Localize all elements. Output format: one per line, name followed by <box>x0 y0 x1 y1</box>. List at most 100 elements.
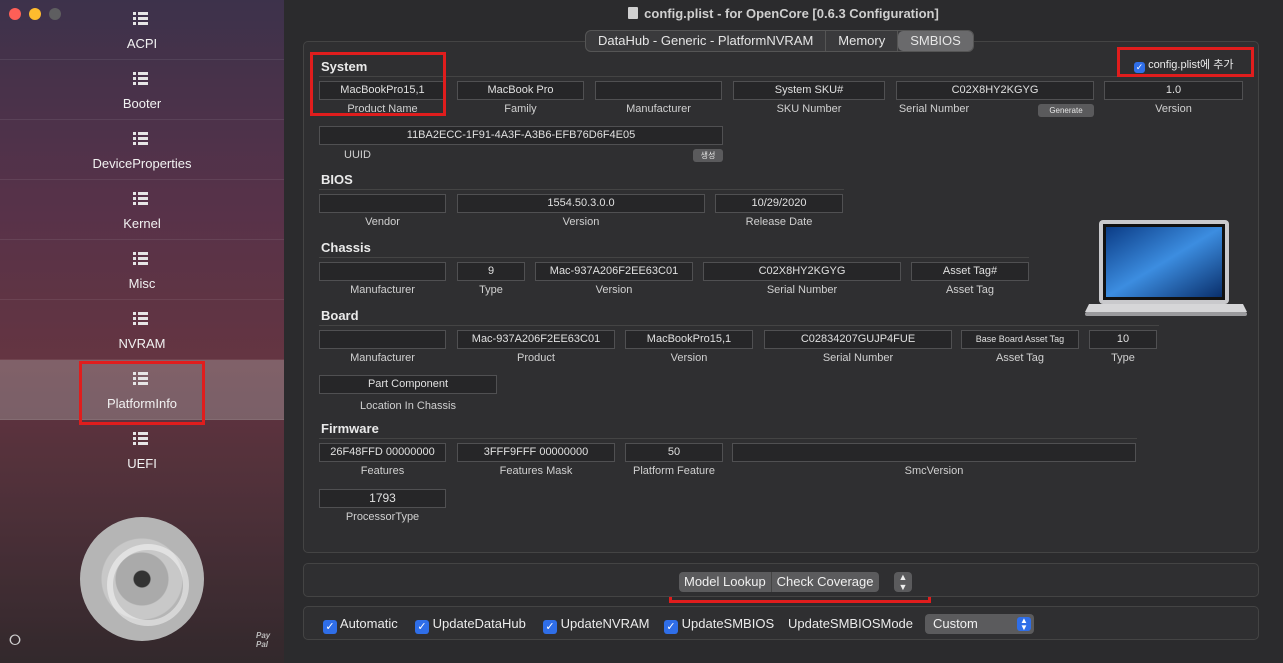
chassis-version-field[interactable]: Mac-937A206F2EE63C01 <box>535 262 693 281</box>
generate-button[interactable]: Generate <box>1038 104 1094 117</box>
board-manufacturer-label: Manufacturer <box>350 352 415 364</box>
stepper-icon[interactable]: ▲ ▼ <box>894 572 912 592</box>
smbios-panel: System MacBookPro15,1 Product Name MacBo… <box>303 41 1259 553</box>
list-icon <box>133 312 148 326</box>
sidebar-item-nvram[interactable]: NVRAM <box>0 300 284 360</box>
model-lookup-button[interactable]: Model Lookup <box>679 572 771 592</box>
tab-bar: DataHub - Generic - PlatformNVRAM Memory… <box>585 30 974 52</box>
sidebar-item-label: Misc <box>128 276 156 291</box>
chassis-type-field[interactable]: 9 <box>457 262 525 281</box>
bios-release-date-field[interactable]: 10/29/2020 <box>715 194 843 213</box>
tab-smbios[interactable]: SMBIOS <box>898 31 973 51</box>
section-title-chassis: Chassis <box>321 240 371 255</box>
select-value: Custom <box>933 616 978 631</box>
version-field[interactable]: 1.0 <box>1104 81 1243 100</box>
firmware-features-mask-field[interactable]: 3FFF9FFF 00000000 <box>457 443 615 462</box>
board-product-label: Product <box>517 352 555 364</box>
chassis-serial-label: Serial Number <box>766 284 838 296</box>
board-product-field[interactable]: Mac-937A206F2EE63C01 <box>457 330 615 349</box>
update-smbios-checkbox[interactable]: ✓ UpdateSMBIOS <box>664 616 774 634</box>
zoom-window-button[interactable] <box>49 8 61 20</box>
sidebar-item-label: Kernel <box>123 216 161 231</box>
uuid-generate-button[interactable]: 생성 <box>693 149 723 162</box>
chassis-asset-tag-field[interactable]: Asset Tag# <box>911 262 1029 281</box>
section-divider <box>319 438 1137 439</box>
list-icon <box>133 432 148 446</box>
board-manufacturer-field[interactable] <box>319 330 446 349</box>
board-version-field[interactable]: MacBookPro15,1 <box>625 330 753 349</box>
firmware-features-field[interactable]: 26F48FFD 00000000 <box>319 443 446 462</box>
board-type-field[interactable]: 10 <box>1089 330 1157 349</box>
section-divider <box>319 189 844 190</box>
window-title: config.plist - for OpenCore [0.6.3 Confi… <box>644 6 939 21</box>
processor-type-label: ProcessorType <box>345 511 420 523</box>
update-smbios-mode-select[interactable]: Custom ▲ ▼ <box>925 614 1034 634</box>
checkbox-checked-icon: ✓ <box>415 620 429 634</box>
add-config-checkbox[interactable]: ✓ config.plist에 추가 <box>1134 56 1233 73</box>
main-area: config.plist - for OpenCore [0.6.3 Confi… <box>284 0 1283 663</box>
checkbox-checked-icon: ✓ <box>323 620 337 634</box>
sidebar-item-label: Booter <box>122 96 162 111</box>
check-coverage-button[interactable]: Check Coverage <box>770 572 879 592</box>
board-serial-field[interactable]: C02834207GUJP4FUE <box>764 330 952 349</box>
update-datahub-checkbox[interactable]: ✓ UpdateDataHub <box>415 616 526 634</box>
chassis-manufacturer-label: Manufacturer <box>350 284 415 296</box>
list-icon <box>133 252 148 266</box>
board-asset-tag-field[interactable]: Base Board Asset Tag <box>961 330 1079 349</box>
laptop-image <box>1085 220 1247 316</box>
bios-version-field[interactable]: 1554.50.3.0.0 <box>457 194 705 213</box>
sidebar-item-platforminfo[interactable]: PlatformInfo <box>0 360 284 420</box>
smc-version-field[interactable] <box>732 443 1136 462</box>
chassis-serial-field[interactable]: C02X8HY2KGYG <box>703 262 901 281</box>
firmware-features-mask-label: Features Mask <box>499 465 573 477</box>
automatic-label: Automatic <box>339 616 398 631</box>
sidebar-item-misc[interactable]: Misc <box>0 240 284 300</box>
sidebar: ACPI Booter DeviceProperties Kernel Misc… <box>0 0 284 663</box>
update-nvram-checkbox[interactable]: ✓ UpdateNVRAM <box>543 616 650 634</box>
serial-number-label: Serial Number <box>898 103 970 115</box>
chevron-updown-icon: ▲ ▼ <box>1017 617 1031 632</box>
product-name-field[interactable]: MacBookPro15,1 <box>319 81 446 100</box>
sidebar-item-deviceproperties[interactable]: DeviceProperties <box>0 120 284 180</box>
close-window-button[interactable] <box>9 8 21 20</box>
lookup-segmented-control: Model Lookup Check Coverage <box>679 572 879 592</box>
bios-vendor-field[interactable] <box>319 194 446 213</box>
checkbox-checked-icon: ✓ <box>1134 62 1145 73</box>
update-nvram-label: UpdateNVRAM <box>560 616 650 631</box>
list-icon <box>133 372 148 386</box>
automatic-checkbox[interactable]: ✓ Automatic <box>323 616 398 634</box>
board-location-field[interactable]: Part Component <box>319 375 497 394</box>
board-type-label: Type <box>1111 352 1135 364</box>
manufacturer-label: Manufacturer <box>626 103 691 115</box>
serial-number-field[interactable]: C02X8HY2KGYG <box>896 81 1094 100</box>
bios-vendor-label: Vendor <box>365 216 400 228</box>
sidebar-item-label: DeviceProperties <box>92 156 192 171</box>
sidebar-item-kernel[interactable]: Kernel <box>0 180 284 240</box>
share-icon[interactable]: ⭘ <box>9 632 21 649</box>
tab-memory[interactable]: Memory <box>826 31 899 51</box>
board-asset-tag-label: Asset Tag <box>995 352 1045 364</box>
update-datahub-label: UpdateDataHub <box>432 616 526 631</box>
sidebar-item-booter[interactable]: Booter <box>0 60 284 120</box>
sidebar-item-acpi[interactable]: ACPI <box>0 0 284 60</box>
platform-feature-field[interactable]: 50 <box>625 443 723 462</box>
sidebar-item-uefi[interactable]: UEFI <box>0 420 284 480</box>
product-name-label: Product Name <box>347 103 418 115</box>
chassis-manufacturer-field[interactable] <box>319 262 446 281</box>
section-title-system: System <box>321 59 368 74</box>
processor-type-field[interactable]: 1793 <box>319 489 446 508</box>
manufacturer-field[interactable] <box>595 81 722 100</box>
uuid-field[interactable]: 11BA2ECC-1F91-4A3F-A3B6-EFB76D6F4E05 <box>319 126 723 145</box>
minimize-window-button[interactable] <box>29 8 41 20</box>
bios-version-label: Version <box>562 216 600 228</box>
chassis-type-label: Type <box>479 284 503 296</box>
board-serial-label: Serial Number <box>822 352 894 364</box>
paypal-logo[interactable]: Pay Pal <box>256 631 270 649</box>
family-field[interactable]: MacBook Pro <box>457 81 584 100</box>
checkbox-checked-icon: ✓ <box>543 620 557 634</box>
board-version-label: Version <box>670 352 708 364</box>
chassis-version-label: Version <box>595 284 633 296</box>
tab-datahub[interactable]: DataHub - Generic - PlatformNVRAM <box>586 31 827 51</box>
section-divider <box>319 76 1147 77</box>
sku-number-field[interactable]: System SKU# <box>733 81 885 100</box>
